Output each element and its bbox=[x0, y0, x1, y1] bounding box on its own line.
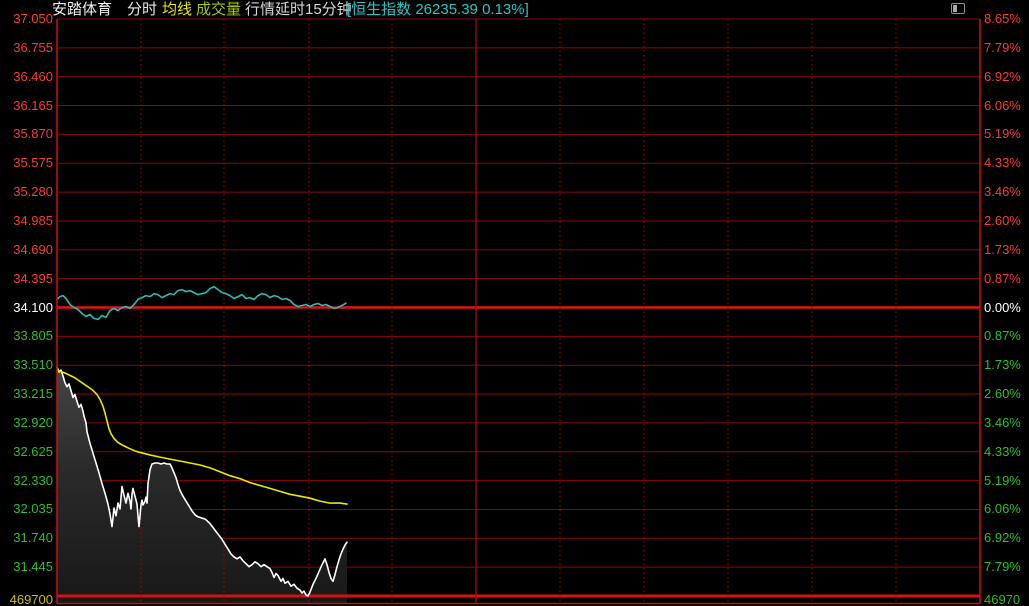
price-axis-label: 34.395 bbox=[3, 272, 53, 286]
price-axis-label: 36.165 bbox=[3, 99, 53, 113]
price-axis-label: 35.280 bbox=[3, 185, 53, 199]
percent-axis-label: 1.73% bbox=[984, 358, 1021, 372]
percent-axis-label: 3.46% bbox=[984, 185, 1021, 199]
price-axis-label: 32.625 bbox=[3, 445, 53, 459]
percent-axis-label: 6.06% bbox=[984, 99, 1021, 113]
price-axis-label: 37.050 bbox=[3, 12, 53, 26]
price-axis-label: 32.330 bbox=[3, 474, 53, 488]
percent-axis-label: 0.87% bbox=[984, 272, 1021, 286]
price-axis-label: 31.740 bbox=[3, 531, 53, 545]
percent-axis-label: 7.79% bbox=[984, 41, 1021, 55]
price-axis-label: 34.100 bbox=[3, 301, 53, 315]
volume-scale-label-left: 469700 bbox=[3, 593, 53, 606]
hang-seng-index-pct-line bbox=[57, 287, 346, 320]
percent-axis-label: 8.65% bbox=[984, 12, 1021, 26]
percent-axis-label: 0.00% bbox=[984, 301, 1021, 315]
percent-axis-label: 4.33% bbox=[984, 445, 1021, 459]
price-axis-label: 32.920 bbox=[3, 416, 53, 430]
percent-axis-label: 6.92% bbox=[984, 531, 1021, 545]
price-axis-label: 33.510 bbox=[3, 358, 53, 372]
percent-axis-label: 4.33% bbox=[984, 156, 1021, 170]
percent-axis-label: 2.60% bbox=[984, 214, 1021, 228]
percent-axis-label: 2.60% bbox=[984, 387, 1021, 401]
percent-axis-label: 0.87% bbox=[984, 329, 1021, 343]
stock-intraday-app: 安踏体育 分时 均线 成交量 行情延时15分钟 [恒生指数 26235.39 0… bbox=[0, 0, 1029, 606]
price-axis-label: 36.755 bbox=[3, 41, 53, 55]
percent-axis-label: 3.46% bbox=[984, 416, 1021, 430]
intraday-chart bbox=[0, 0, 1029, 606]
price-axis-label: 32.035 bbox=[3, 502, 53, 516]
price-axis-label: 33.805 bbox=[3, 329, 53, 343]
percent-axis-label: 6.06% bbox=[984, 502, 1021, 516]
percent-axis-label: 6.92% bbox=[984, 70, 1021, 84]
price-axis-label: 31.445 bbox=[3, 560, 53, 574]
price-axis-label: 35.575 bbox=[3, 156, 53, 170]
percent-axis-label: 7.79% bbox=[984, 560, 1021, 574]
price-axis-label: 33.215 bbox=[3, 387, 53, 401]
volume-scale-label-right: 46970 bbox=[984, 593, 1020, 606]
price-axis-label: 35.870 bbox=[3, 127, 53, 141]
price-axis-label: 34.985 bbox=[3, 214, 53, 228]
percent-axis-label: 1.73% bbox=[984, 243, 1021, 257]
percent-axis-label: 5.19% bbox=[984, 127, 1021, 141]
price-axis-label: 34.690 bbox=[3, 243, 53, 257]
percent-axis-label: 5.19% bbox=[984, 474, 1021, 488]
price-axis-label: 36.460 bbox=[3, 70, 53, 84]
price-area-fill bbox=[57, 367, 347, 603]
